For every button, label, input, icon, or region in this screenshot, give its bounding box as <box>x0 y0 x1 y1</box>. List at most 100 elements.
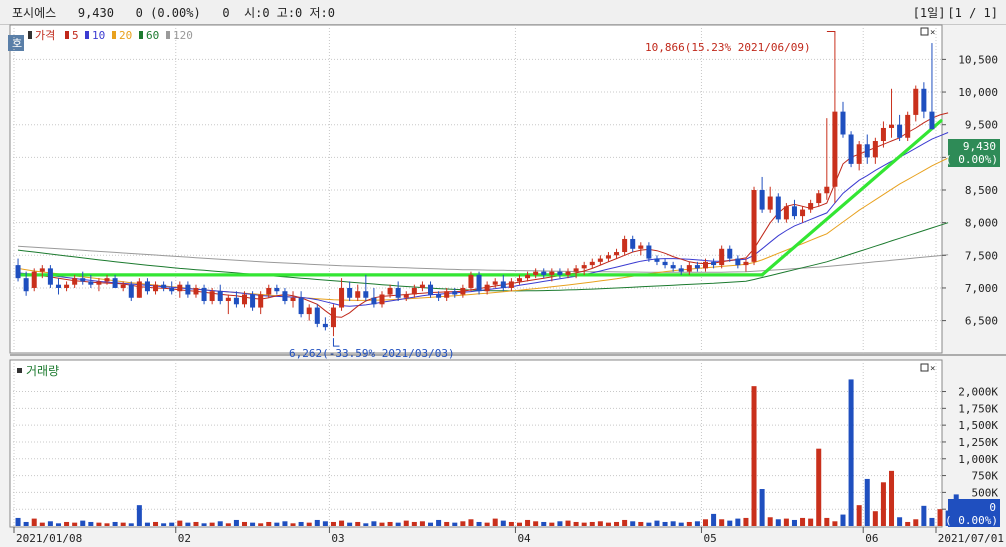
volume-bar <box>832 521 838 526</box>
volume-bar <box>193 521 199 526</box>
volume-bar <box>614 521 620 526</box>
volume-bar <box>298 521 304 526</box>
volume-bar <box>775 519 781 526</box>
date-tick-label: 2021/07/01 <box>938 532 1004 545</box>
volume-bar <box>80 520 86 526</box>
candle-body <box>217 291 223 302</box>
candle-body <box>670 265 676 269</box>
volume-bar <box>72 522 78 526</box>
volume-bar <box>605 522 611 526</box>
volume-bar <box>751 386 757 526</box>
candle-body <box>266 287 272 295</box>
volume-bar <box>533 521 539 526</box>
date-tick-label: 2021/01/08 <box>16 532 82 545</box>
candle-body <box>371 297 377 305</box>
volume-bar <box>169 522 175 526</box>
close-icon[interactable]: × <box>930 28 935 38</box>
volume-bar <box>371 521 377 526</box>
volume-bar <box>177 520 183 526</box>
legend-label: 10 <box>92 29 105 42</box>
candle-body <box>905 114 911 138</box>
legend-swatch <box>139 31 143 39</box>
price-tick-label: 10,000 <box>958 86 998 99</box>
volume-bar <box>355 521 361 526</box>
volume-bar <box>872 511 878 526</box>
candle-body <box>55 284 61 288</box>
candle-body <box>80 278 86 282</box>
volume-bar <box>856 505 862 526</box>
candle-body <box>541 271 547 275</box>
volume-bar <box>411 521 417 526</box>
volume-bar <box>15 517 21 526</box>
candle-body <box>678 268 684 272</box>
volume-bar <box>597 521 603 526</box>
volume-bar <box>791 519 797 526</box>
candle-body <box>630 238 636 249</box>
volume-bar <box>743 517 749 526</box>
volume-bar <box>662 521 668 526</box>
volume-bar <box>201 523 207 526</box>
volume-bar <box>185 522 191 526</box>
volume-bar <box>290 523 296 526</box>
legend-label: 5 <box>72 29 79 42</box>
legend-swatch <box>28 31 32 39</box>
volume-bar <box>128 523 134 526</box>
candle-body <box>549 271 555 275</box>
volume-bar <box>622 519 628 526</box>
candle-body <box>727 248 733 259</box>
date-tick-label: 05 <box>703 532 716 545</box>
candle-body <box>339 287 345 308</box>
candle-body <box>654 258 660 262</box>
volume-bar <box>444 521 450 526</box>
candle-body <box>39 268 45 272</box>
candle-body <box>298 297 304 315</box>
volume-bar <box>266 521 272 526</box>
candle-body <box>702 261 709 269</box>
volume-bar <box>209 522 215 526</box>
current-price-box: 9,430 ( 0.00%) <box>945 139 1000 167</box>
candle-body <box>848 134 854 164</box>
volume-bar <box>630 521 636 526</box>
volume-bar <box>694 521 700 526</box>
volume-bar <box>484 522 490 526</box>
volume-close-icon[interactable]: × <box>930 364 935 374</box>
volume-bar <box>460 521 466 526</box>
candle-body <box>589 261 595 266</box>
candle-body <box>921 88 927 112</box>
candle-body <box>694 265 700 269</box>
volume-bar <box>913 519 919 526</box>
candle-body <box>233 297 239 305</box>
volume-bar <box>322 521 328 526</box>
volume-bar <box>541 521 547 526</box>
candle-body <box>379 294 385 305</box>
volume-bar <box>233 519 239 526</box>
candle-body <box>47 268 53 285</box>
candle-body <box>638 245 644 249</box>
candle-body <box>622 238 628 253</box>
volume-bar <box>468 519 474 526</box>
legend-swatch <box>112 31 116 39</box>
volume-bar <box>274 522 280 526</box>
volume-bar <box>638 521 644 526</box>
candle-body <box>533 271 539 275</box>
candle-body <box>403 294 409 298</box>
candle-body <box>290 297 296 302</box>
candle-body <box>484 284 490 292</box>
candle-body <box>832 111 838 187</box>
candle-body <box>565 271 571 275</box>
candle-body <box>120 284 126 288</box>
candle-body <box>460 287 466 295</box>
volume-legend: 거래량 <box>26 364 59 378</box>
candle-body <box>686 265 692 272</box>
chart-canvas: 호 × × 6,5007,0007,5008,0008,5009,0009,50… <box>0 24 1006 547</box>
candle-body <box>15 265 21 279</box>
volume-bar <box>144 522 150 526</box>
current-volume-change: ( 0.00%) <box>945 514 998 527</box>
volume-bar <box>104 523 110 526</box>
volume-bar <box>897 517 903 526</box>
volume-bar <box>516 522 522 526</box>
candle-body <box>64 284 70 288</box>
candle-body <box>525 274 531 279</box>
volume-tick-label: 500K <box>972 486 999 499</box>
volume-panel <box>9 359 943 528</box>
